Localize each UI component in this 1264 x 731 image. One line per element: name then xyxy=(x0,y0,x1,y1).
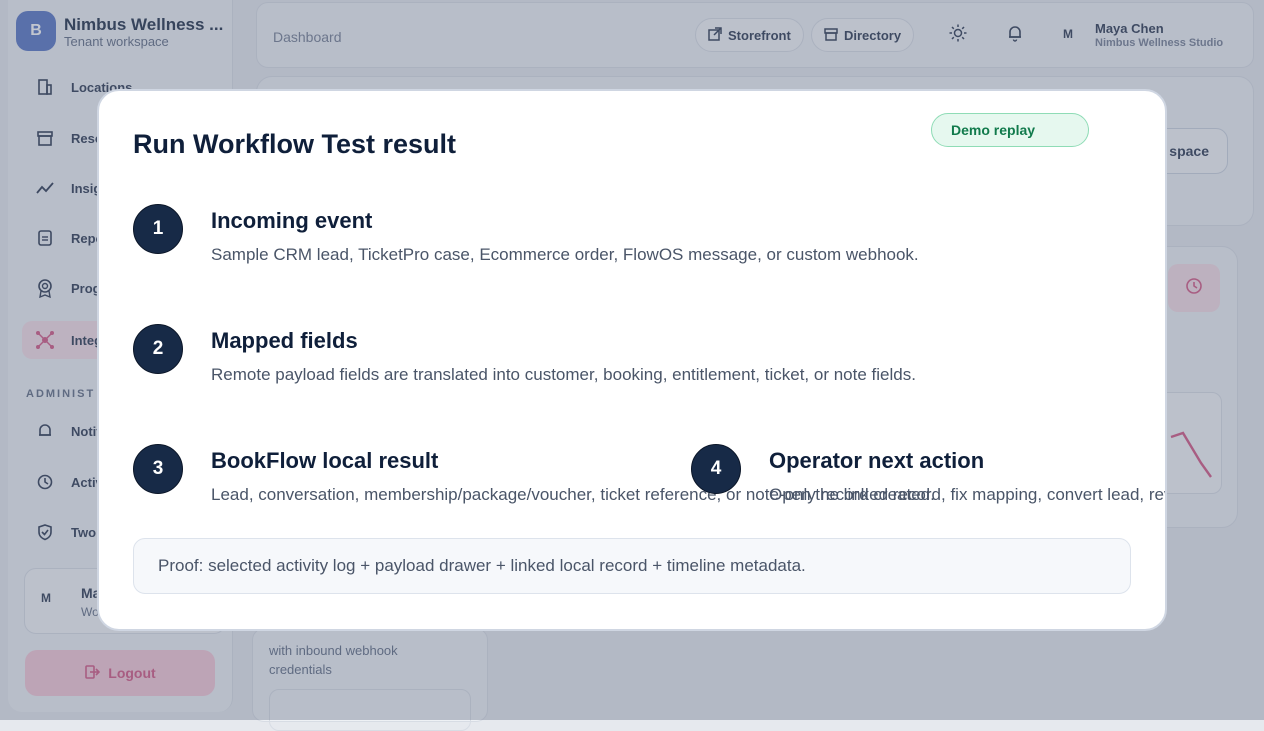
step-title: Operator next action xyxy=(769,448,985,473)
step-number: 3 xyxy=(133,444,183,494)
proof-note: Proof: selected activity log + payload d… xyxy=(133,538,1131,594)
step-number: 2 xyxy=(133,324,183,374)
workflow-test-result-modal: Run Workflow Test result Demo replay 1 I… xyxy=(97,89,1167,631)
demo-replay-badge: Demo replay xyxy=(931,113,1089,147)
step-title: Mapped fields xyxy=(211,328,358,353)
step-number: 1 xyxy=(133,204,183,254)
step-title: Incoming event xyxy=(211,208,373,233)
modal-title: Run Workflow Test result xyxy=(133,129,457,159)
step-title: BookFlow local result xyxy=(211,448,439,473)
step-description: Remote payload fields are translated int… xyxy=(211,365,916,384)
step-description: Open the linked record, fix mapping, con… xyxy=(769,485,1165,504)
step-description: Sample CRM lead, TicketPro case, Ecommer… xyxy=(211,245,919,264)
step-number: 4 xyxy=(691,444,741,494)
